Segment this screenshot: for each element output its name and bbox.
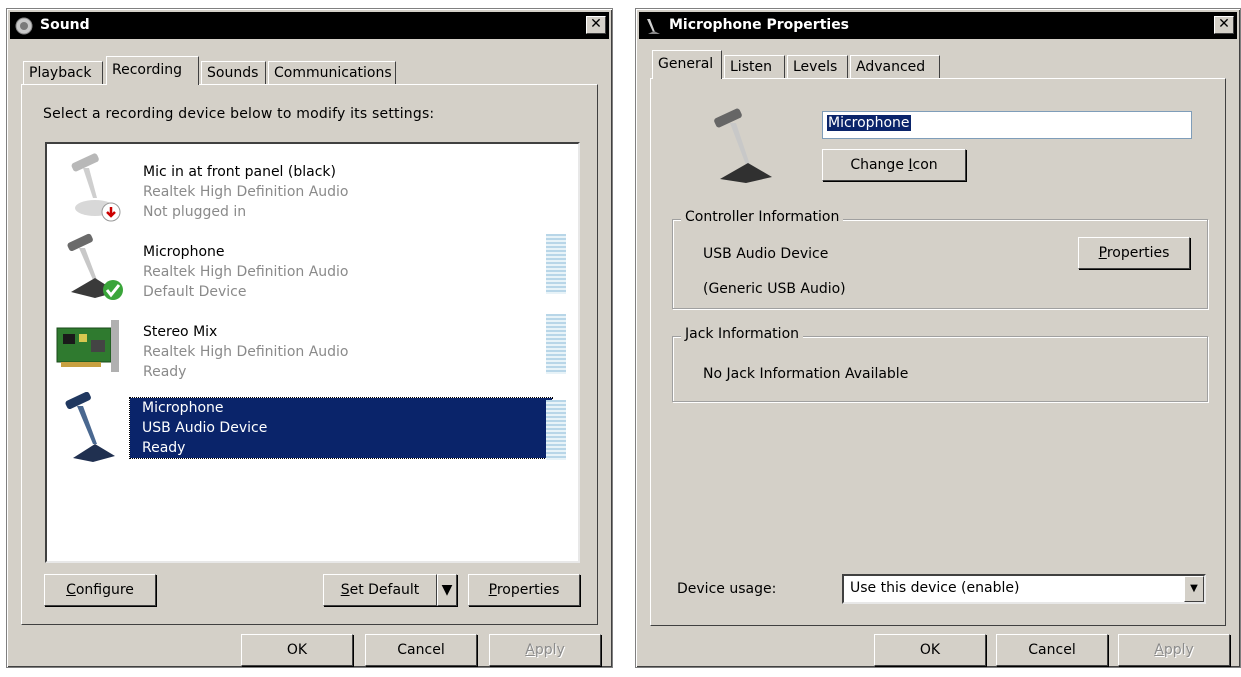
device-list[interactable]: Mic in at front panel (black) Realtek Hi… [45, 142, 580, 563]
apply-button[interactable]: Apply [489, 634, 601, 666]
group-title: Jack Information [681, 326, 804, 342]
level-meter [546, 234, 566, 294]
tab-advanced[interactable]: Advanced [850, 55, 940, 79]
device-status: Not plugged in [143, 204, 247, 220]
sound-window: Sound ✕ Playback Recording Sounds Commun… [6, 8, 613, 668]
device-usage-select[interactable]: Use this device (enable) ▼ [842, 574, 1206, 604]
device-text: Microphone Realtek High Definition Audio… [143, 242, 349, 302]
microphone-properties-window: Microphone Properties ✕ General Listen L… [635, 8, 1241, 668]
tab-general[interactable]: General [652, 50, 722, 79]
tab-levels[interactable]: Levels [787, 55, 848, 79]
device-driver: Realtek High Definition Audio [143, 184, 349, 200]
instruction-text: Select a recording device below to modif… [43, 106, 435, 122]
device-name: Stereo Mix [143, 324, 218, 340]
properties-button[interactable]: Properties [468, 574, 580, 606]
set-default-dropdown[interactable]: ▼ [437, 574, 457, 606]
device-text: Microphone USB Audio Device Ready [129, 397, 553, 459]
microphone-unplugged-icon [71, 153, 121, 222]
device-driver: Realtek High Definition Audio [143, 264, 349, 280]
device-driver: USB Audio Device [142, 420, 268, 436]
tab-recording[interactable]: Recording [106, 56, 199, 85]
device-text: Mic in at front panel (black) Realtek Hi… [143, 162, 349, 222]
device-item[interactable]: Microphone Realtek High Definition Audio… [47, 228, 578, 306]
controller-driver: (Generic USB Audio) [703, 281, 846, 297]
level-meter [546, 400, 566, 460]
microphone-icon [647, 19, 660, 34]
close-button[interactable]: ✕ [1214, 16, 1234, 34]
ok-button[interactable]: OK [874, 634, 986, 666]
device-usage-label: Device usage: [677, 581, 777, 597]
chevron-down-icon[interactable]: ▼ [1184, 576, 1204, 602]
close-button[interactable]: ✕ [586, 16, 606, 34]
close-icon: ✕ [1218, 16, 1230, 32]
device-name: Microphone [142, 400, 224, 416]
cancel-button[interactable]: Cancel [996, 634, 1108, 666]
tab-playback[interactable]: Playback [23, 61, 103, 85]
chevron-down-icon: ▼ [441, 582, 453, 598]
set-default-button[interactable]: Set Default [323, 574, 437, 606]
controller-device: USB Audio Device [703, 246, 829, 262]
window-title: Sound [40, 17, 90, 33]
group-title: Controller Information [681, 209, 844, 225]
jack-info-group: Jack Information No Jack Information Ava… [672, 326, 1208, 402]
usb-microphone-icon [65, 392, 115, 462]
device-item-selected[interactable]: Microphone USB Audio Device Ready [47, 348, 578, 468]
microphone-icon [714, 108, 772, 183]
device-item[interactable]: Mic in at front panel (black) Realtek Hi… [47, 148, 578, 226]
close-icon: ✕ [590, 16, 602, 32]
ok-button[interactable]: OK [241, 634, 353, 666]
speaker-icon [15, 17, 33, 35]
microphone-default-icon [67, 233, 123, 300]
tab-sounds[interactable]: Sounds [201, 61, 266, 85]
device-name-input[interactable]: Microphone [822, 111, 1192, 139]
apply-button[interactable]: Apply [1118, 634, 1230, 666]
mic-titlebar[interactable]: Microphone Properties ✕ [639, 12, 1237, 39]
device-name: Microphone [143, 244, 225, 260]
window-title: Microphone Properties [669, 17, 850, 33]
device-status: Ready [142, 440, 186, 456]
cancel-button[interactable]: Cancel [365, 634, 477, 666]
tab-listen[interactable]: Listen [724, 55, 785, 79]
controller-info-group: Controller Information USB Audio Device … [672, 209, 1208, 309]
tab-communications[interactable]: Communications [268, 61, 396, 85]
controller-properties-button[interactable]: Properties [1078, 237, 1190, 269]
sound-titlebar[interactable]: Sound ✕ [10, 12, 609, 39]
device-status: Default Device [143, 284, 247, 300]
jack-info-text: No Jack Information Available [703, 366, 909, 382]
configure-button[interactable]: Configure [44, 574, 156, 606]
change-icon-button[interactable]: Change Icon [822, 149, 966, 181]
device-name: Mic in at front panel (black) [143, 164, 336, 180]
